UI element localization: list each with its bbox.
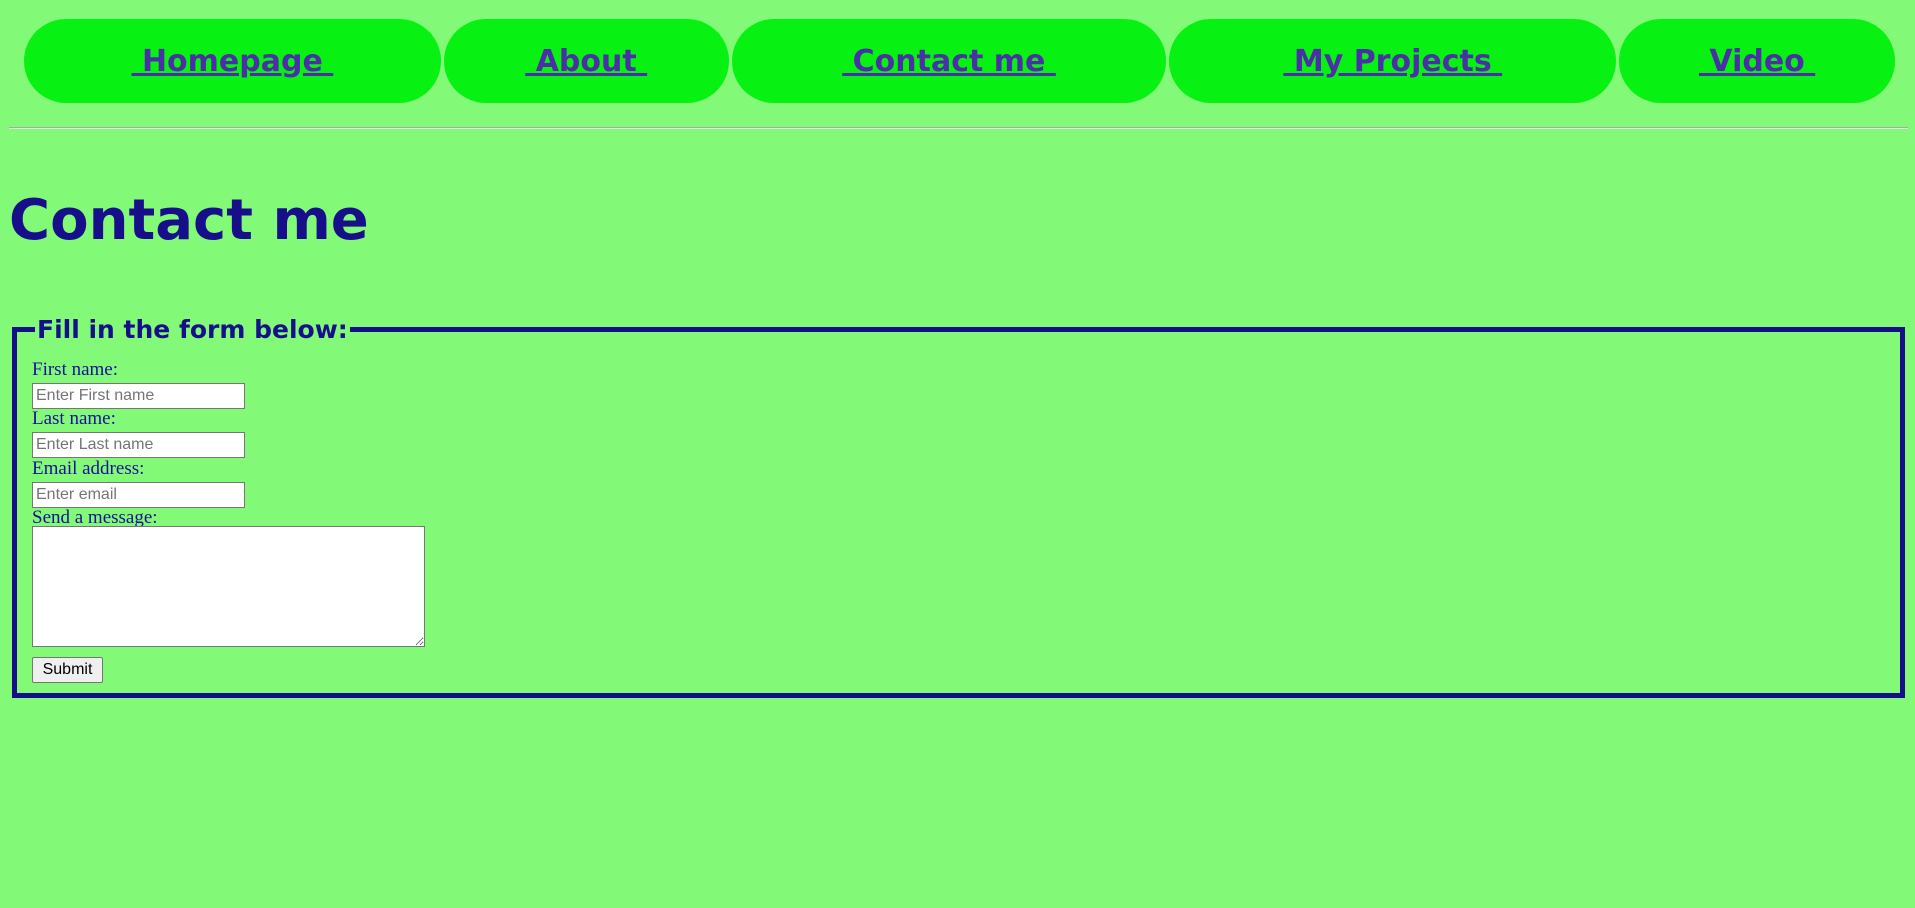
nav-link-homepage[interactable]: Homepage <box>132 44 334 79</box>
email-label: Email address: <box>32 458 145 479</box>
first-name-input[interactable] <box>32 383 245 409</box>
main-nav: Homepage About Contact me My Projects Vi… <box>24 19 1896 103</box>
last-name-label: Last name: <box>32 408 116 429</box>
horizontal-divider <box>9 127 1908 129</box>
first-name-label: First name: <box>32 359 119 380</box>
nav-link-about[interactable]: About <box>525 44 647 79</box>
nav-link-contact[interactable]: Contact me <box>842 44 1056 79</box>
page-title: Contact me <box>9 188 369 253</box>
nav-item-contact[interactable]: Contact me <box>731 19 1167 103</box>
contact-form-fieldset: Fill in the form below: First name: Last… <box>12 315 1905 698</box>
nav-item-about[interactable]: About <box>443 19 729 103</box>
message-textarea[interactable] <box>32 526 425 647</box>
nav-link-projects[interactable]: My Projects <box>1283 44 1502 79</box>
nav-item-projects[interactable]: My Projects <box>1169 19 1617 103</box>
nav-item-video[interactable]: Video <box>1619 19 1896 103</box>
email-input[interactable] <box>32 482 245 508</box>
submit-button[interactable]: Submit <box>32 657 103 683</box>
nav-link-video[interactable]: Video <box>1699 44 1815 79</box>
nav-item-homepage[interactable]: Homepage <box>24 19 441 103</box>
last-name-input[interactable] <box>32 432 245 458</box>
form-legend: Fill in the form below: <box>35 315 350 345</box>
